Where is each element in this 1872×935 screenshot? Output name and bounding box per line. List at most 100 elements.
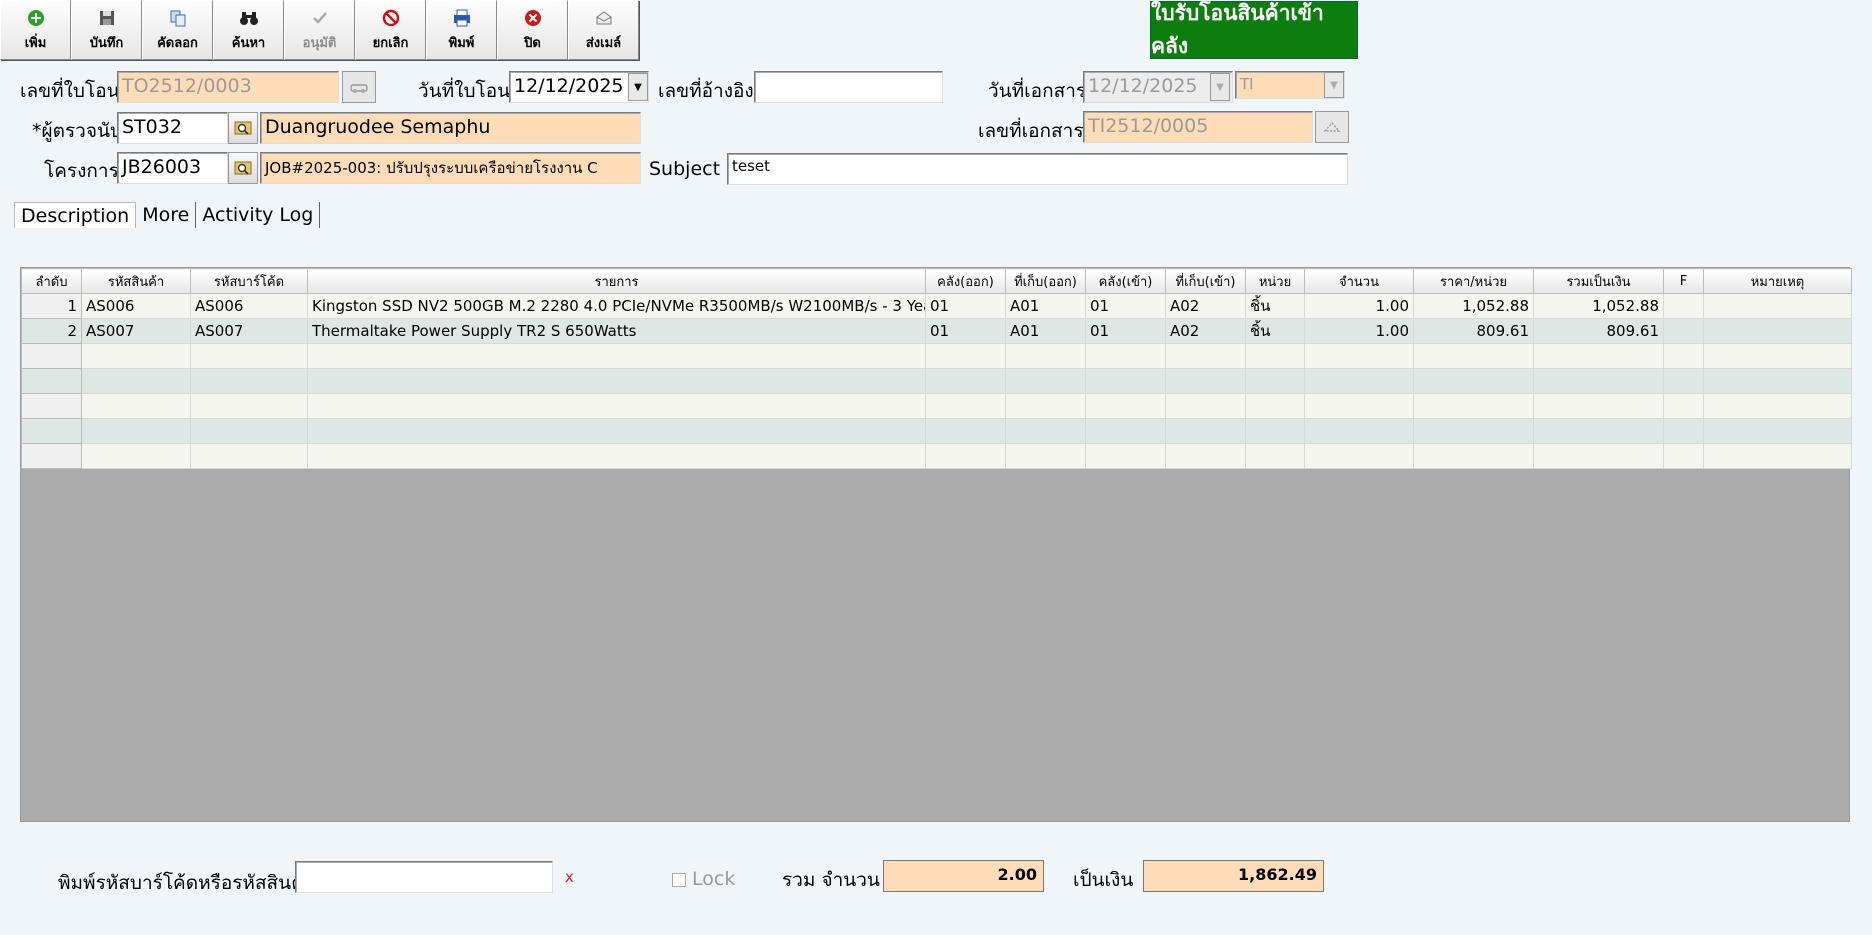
table-cell[interactable]: 01 <box>925 318 1006 344</box>
table-cell[interactable] <box>1703 293 1852 319</box>
save-button[interactable]: บันทึก <box>71 0 142 60</box>
table-cell[interactable] <box>1663 318 1704 344</box>
column-header[interactable]: F <box>1663 268 1704 294</box>
column-header[interactable]: รหัสสินค้า <box>81 268 191 294</box>
table-cell[interactable] <box>307 418 926 444</box>
table-row[interactable]: 1 AS006 AS006 Kingston SSD NV2 500GB M.2 22… <box>21 293 1852 319</box>
table-cell[interactable] <box>1413 443 1534 469</box>
column-header[interactable]: คลัง(ออก) <box>925 268 1006 294</box>
table-cell[interactable] <box>1413 418 1534 444</box>
table-cell[interactable] <box>190 343 308 369</box>
table-row[interactable] <box>21 368 1852 394</box>
project-search-button[interactable] <box>228 152 258 184</box>
table-cell[interactable]: 1.00 <box>1304 318 1414 344</box>
table-cell[interactable]: 809.61 <box>1413 318 1534 344</box>
table-cell[interactable]: 1,052.88 <box>1413 293 1534 319</box>
table-cell[interactable] <box>307 368 926 394</box>
table-cell[interactable] <box>1245 418 1305 444</box>
barcode-input[interactable] <box>295 861 553 893</box>
table-cell[interactable] <box>1663 343 1704 369</box>
table-cell[interactable] <box>1304 393 1414 419</box>
column-header[interactable]: ที่เก็บ(ออก) <box>1005 268 1086 294</box>
ref-no-field[interactable] <box>754 71 943 103</box>
table-cell[interactable]: 2 <box>21 318 82 344</box>
table-cell[interactable] <box>925 343 1006 369</box>
doc-no-button[interactable] <box>1315 111 1349 143</box>
table-cell[interactable] <box>1085 368 1166 394</box>
table-cell[interactable] <box>1413 343 1534 369</box>
tab-description[interactable]: Description <box>14 202 137 228</box>
table-cell[interactable] <box>1533 368 1664 394</box>
table-cell[interactable] <box>1085 418 1166 444</box>
table-cell[interactable]: AS006 <box>81 293 191 319</box>
table-cell[interactable] <box>1005 343 1086 369</box>
column-header[interactable]: หน่วย <box>1245 268 1305 294</box>
table-cell[interactable] <box>190 418 308 444</box>
table-cell[interactable]: A01 <box>1005 293 1086 319</box>
cancel-button[interactable]: ยกเลิก <box>355 0 426 60</box>
table-cell[interactable] <box>1085 343 1166 369</box>
table-cell[interactable] <box>1165 418 1246 444</box>
table-cell[interactable]: AS007 <box>81 318 191 344</box>
table-cell[interactable] <box>81 368 191 394</box>
table-cell[interactable] <box>1663 368 1704 394</box>
table-cell[interactable] <box>1703 343 1852 369</box>
table-cell[interactable] <box>21 443 82 469</box>
table-cell[interactable] <box>925 418 1006 444</box>
table-cell[interactable] <box>307 343 926 369</box>
column-header[interactable]: รหัสบาร์โค้ด <box>190 268 308 294</box>
table-cell[interactable]: AS006 <box>190 293 308 319</box>
table-cell[interactable] <box>1703 418 1852 444</box>
table-cell[interactable]: A02 <box>1165 318 1246 344</box>
table-cell[interactable] <box>1533 393 1664 419</box>
tab-activity-log[interactable]: Activity Log <box>196 202 321 228</box>
table-cell[interactable] <box>81 393 191 419</box>
table-cell[interactable] <box>1245 343 1305 369</box>
table-cell[interactable] <box>1304 418 1414 444</box>
print-button[interactable]: พิมพ์ <box>426 0 497 60</box>
table-cell[interactable] <box>21 393 82 419</box>
send-mail-button[interactable]: ส่งเมล์ <box>568 0 639 60</box>
table-cell[interactable] <box>1085 393 1166 419</box>
table-cell[interactable] <box>1304 343 1414 369</box>
tab-more[interactable]: More <box>136 202 197 228</box>
table-cell[interactable] <box>925 443 1006 469</box>
table-cell[interactable] <box>1703 443 1852 469</box>
column-header[interactable]: รายการ <box>307 268 926 294</box>
table-row[interactable] <box>21 418 1852 444</box>
table-cell[interactable] <box>1165 368 1246 394</box>
table-row[interactable] <box>21 343 1852 369</box>
table-cell[interactable] <box>1533 443 1664 469</box>
table-cell[interactable] <box>1533 343 1664 369</box>
table-row[interactable]: 2 AS007 AS007 Thermaltake Power Supply TR2 … <box>21 318 1852 344</box>
chevron-down-icon[interactable]: ▼ <box>628 73 648 101</box>
table-cell[interactable] <box>81 443 191 469</box>
table-cell[interactable] <box>190 368 308 394</box>
table-cell[interactable]: 1.00 <box>1304 293 1414 319</box>
table-cell[interactable] <box>1245 368 1305 394</box>
column-header[interactable]: คลัง(เข้า) <box>1085 268 1166 294</box>
table-cell[interactable] <box>21 343 82 369</box>
search-button[interactable]: ค้นหา <box>213 0 284 60</box>
close-button[interactable]: ปิด <box>497 0 568 60</box>
checker-search-button[interactable] <box>228 112 258 144</box>
table-cell[interactable]: 01 <box>1085 318 1166 344</box>
table-cell[interactable] <box>21 368 82 394</box>
copy-button[interactable]: คัดลอก <box>142 0 213 60</box>
table-cell[interactable]: A01 <box>1005 318 1086 344</box>
approve-button[interactable]: อนุมัติ <box>284 0 355 60</box>
column-header[interactable]: หมายเหตุ <box>1703 268 1852 294</box>
table-cell[interactable] <box>1663 393 1704 419</box>
table-cell[interactable] <box>21 418 82 444</box>
table-cell[interactable]: 01 <box>1085 293 1166 319</box>
table-cell[interactable] <box>1165 443 1246 469</box>
table-cell[interactable]: AS007 <box>190 318 308 344</box>
table-cell[interactable] <box>81 418 191 444</box>
lock-checkbox[interactable]: Lock <box>672 868 735 890</box>
table-row[interactable] <box>21 393 1852 419</box>
table-cell[interactable] <box>1533 418 1664 444</box>
table-cell[interactable] <box>1663 418 1704 444</box>
checker-code-field[interactable]: ST032 <box>117 112 228 144</box>
column-header[interactable]: จำนวน <box>1304 268 1414 294</box>
table-cell[interactable] <box>1413 393 1534 419</box>
